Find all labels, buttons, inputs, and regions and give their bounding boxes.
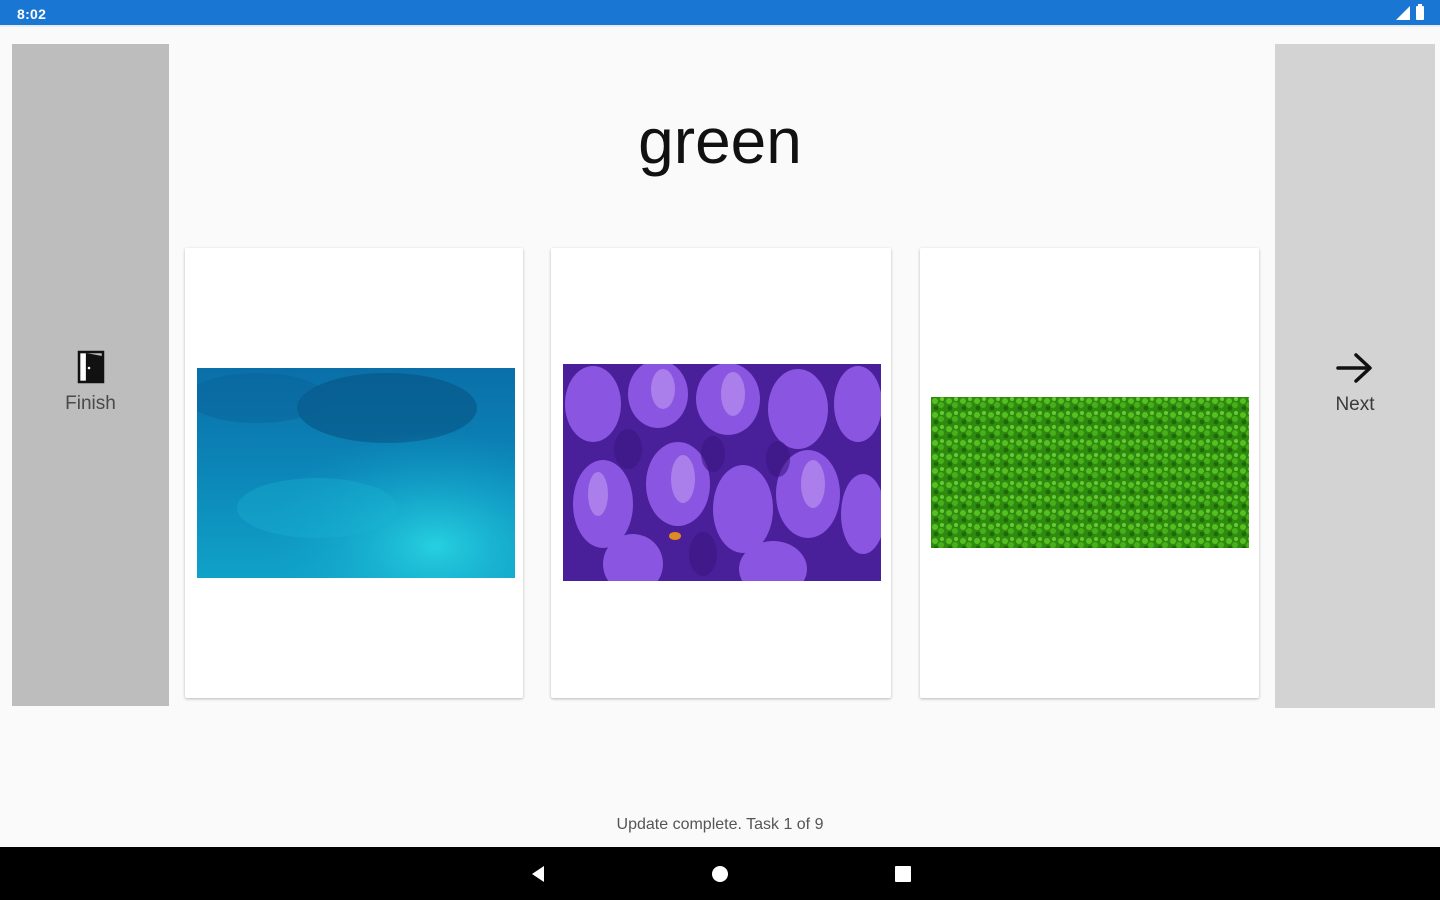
target-word: green xyxy=(638,105,802,177)
green-clover-photo xyxy=(931,397,1249,548)
finish-label: Finish xyxy=(65,393,116,414)
status-message: Update complete. Task 1 of 9 xyxy=(616,816,824,833)
finish-button[interactable]: Finish xyxy=(12,44,169,706)
system-icons xyxy=(1396,4,1424,21)
home-icon[interactable] xyxy=(707,861,733,887)
next-button[interactable]: Next xyxy=(1275,44,1435,708)
recents-icon[interactable] xyxy=(890,861,916,887)
choice-card-clover[interactable] xyxy=(920,248,1259,698)
status-time: 8:02 xyxy=(17,6,47,22)
arrow-right-icon xyxy=(1335,348,1375,388)
choice-card-crocus[interactable] xyxy=(551,248,891,698)
status-bar: 8:02 xyxy=(0,0,1440,27)
battery-icon xyxy=(1416,4,1424,20)
blue-water-photo xyxy=(197,368,515,578)
next-label: Next xyxy=(1335,394,1375,415)
navigation-bar xyxy=(0,847,1440,900)
purple-crocus-photo xyxy=(563,364,881,581)
choice-card-water[interactable] xyxy=(185,248,523,698)
signal-icon xyxy=(1396,6,1410,20)
back-icon[interactable] xyxy=(525,861,551,887)
exit-door-icon xyxy=(71,347,111,387)
